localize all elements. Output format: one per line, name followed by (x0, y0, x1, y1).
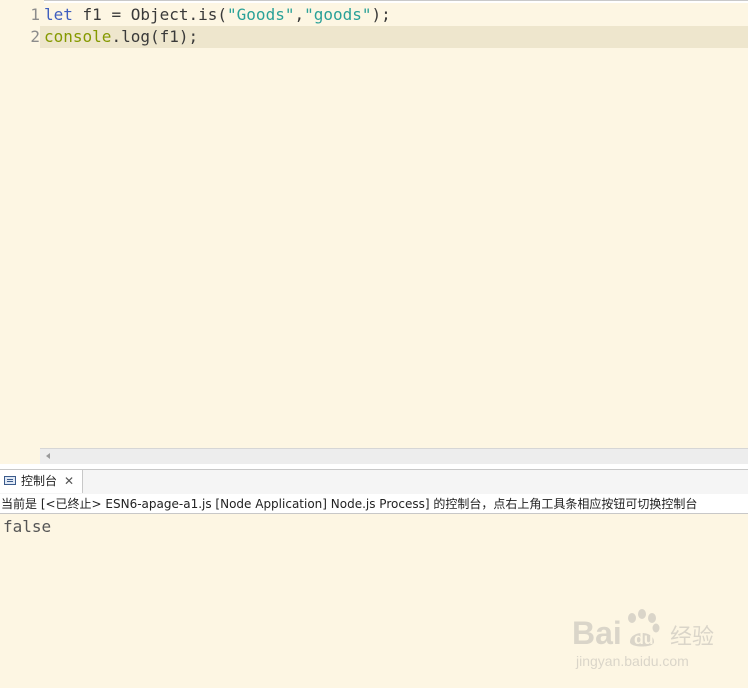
console-identifier: console (44, 27, 112, 46)
code-token: .log(f1); (111, 27, 199, 46)
close-icon[interactable]: ✕ (64, 470, 74, 493)
string-literal: "Goods" (227, 5, 295, 24)
tab-label: 控制台 (21, 474, 58, 488)
horizontal-scrollbar[interactable] (40, 448, 748, 465)
line-number: 1 (30, 5, 40, 24)
editor-top-border (44, 0, 748, 3)
code-line-1[interactable]: 1 let f1 = Object.is("Goods","goods"); (0, 4, 748, 26)
output-text: false (3, 517, 52, 536)
code-text[interactable]: let f1 = Object.is("Goods","goods"); (44, 4, 391, 26)
console-icon (4, 476, 16, 485)
string-literal: "goods" (304, 5, 372, 24)
console-header: 控制台 ✕ (0, 469, 748, 495)
code-token: , (294, 5, 305, 24)
tab-console[interactable]: 控制台 ✕ (0, 470, 83, 493)
keyword-let: let (44, 5, 73, 24)
svg-text:Bai: Bai (572, 615, 622, 651)
baidu-watermark-logo: Bai du 经验 jingyan.baidu.com (572, 608, 722, 672)
code-token: ); (371, 5, 391, 24)
svg-text:du: du (634, 631, 654, 648)
svg-text:jingyan.baidu.com: jingyan.baidu.com (575, 653, 689, 669)
code-text[interactable]: console.log(f1); (44, 26, 198, 48)
scroll-left-icon[interactable] (46, 453, 50, 459)
code-line-2[interactable]: 2 console.log(f1); (0, 26, 748, 48)
code-token: f1 = Object.is( (72, 5, 228, 24)
svg-text:经验: 经验 (670, 625, 714, 650)
code-editor[interactable]: 1 let f1 = Object.is("Goods","goods"); 2… (0, 0, 748, 448)
console-status: 当前是 [<已终止> ESN6-apage-a1.js [Node Applic… (0, 494, 748, 514)
line-number: 2 (0, 26, 40, 48)
